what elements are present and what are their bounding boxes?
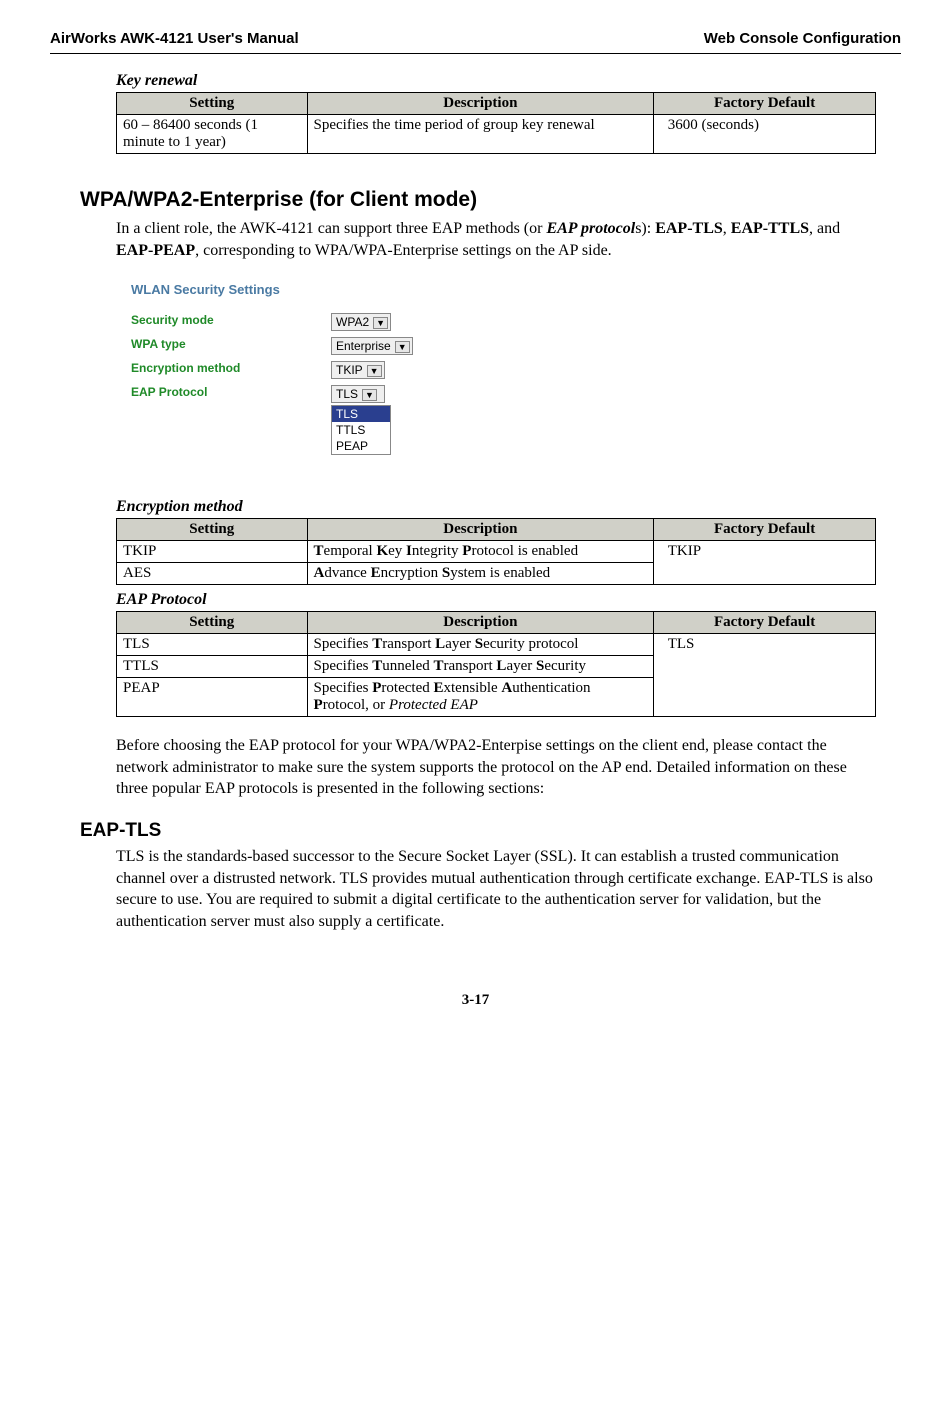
col-factory-default: Factory Default bbox=[654, 93, 876, 115]
eap-protocol-value: TLS bbox=[336, 387, 358, 401]
key-renewal-title: Key renewal bbox=[80, 72, 881, 90]
option-ttls[interactable]: TTLS bbox=[332, 422, 390, 438]
col-factory-default: Factory Default bbox=[654, 612, 876, 634]
eap-tls-heading: EAP-TLS bbox=[80, 820, 881, 842]
option-peap[interactable]: PEAP bbox=[332, 438, 390, 454]
security-mode-select[interactable]: WPA2 ▼ bbox=[331, 313, 391, 331]
cell-desc: Specifies Protected Extensible Authentic… bbox=[307, 678, 654, 717]
key-renewal-table: Setting Description Factory Default 60 –… bbox=[116, 92, 876, 154]
cell-desc: Temporal Key Integrity Protocol is enabl… bbox=[307, 541, 654, 563]
section-heading-wpa-enterprise: WPA/WPA2-Enterprise (for Client mode) bbox=[80, 188, 881, 212]
eap-tls-paragraph: TLS is the standards-based successor to … bbox=[80, 846, 881, 932]
intro-paragraph: In a client role, the AWK-4121 can suppo… bbox=[80, 218, 881, 261]
encryption-method-select[interactable]: TKIP ▼ bbox=[331, 361, 385, 379]
cell-setting: TLS bbox=[117, 634, 308, 656]
cell-desc: Specifies Tunneled Transport Layer Secur… bbox=[307, 656, 654, 678]
col-description: Description bbox=[307, 93, 654, 115]
middle-paragraph: Before choosing the EAP protocol for you… bbox=[80, 735, 881, 800]
chevron-down-icon: ▼ bbox=[373, 317, 388, 329]
cell-default: 3600 (seconds) bbox=[654, 115, 876, 154]
wpa-type-value: Enterprise bbox=[336, 339, 391, 353]
col-description: Description bbox=[307, 519, 654, 541]
cell-desc: Advance Encryption System is enabled bbox=[307, 563, 654, 585]
chevron-down-icon: ▼ bbox=[362, 389, 377, 401]
eap-protocol-select[interactable]: TLS ▼ bbox=[331, 385, 385, 403]
table-row: 60 – 86400 seconds (1 minute to 1 year) … bbox=[117, 115, 876, 154]
cell-setting: TKIP bbox=[117, 541, 308, 563]
label-security-mode: Security mode bbox=[131, 313, 331, 327]
header-divider bbox=[50, 53, 901, 54]
header-right: Web Console Configuration bbox=[704, 30, 901, 47]
cell-desc: Specifies the time period of group key r… bbox=[307, 115, 654, 154]
cell-setting: 60 – 86400 seconds (1 minute to 1 year) bbox=[117, 115, 308, 154]
page-header: AirWorks AWK-4121 User's Manual Web Cons… bbox=[50, 30, 901, 47]
cell-desc: Specifies Transport Layer Security proto… bbox=[307, 634, 654, 656]
option-tls[interactable]: TLS bbox=[332, 406, 390, 422]
encryption-method-table: Setting Description Factory Default TKIP… bbox=[116, 518, 876, 585]
panel-title: WLAN Security Settings bbox=[131, 282, 531, 297]
eap-protocol-listbox[interactable]: TLS TTLS PEAP bbox=[331, 405, 391, 455]
page-number: 3-17 bbox=[50, 992, 901, 1009]
col-factory-default: Factory Default bbox=[654, 519, 876, 541]
label-eap-protocol: EAP Protocol bbox=[131, 385, 331, 399]
col-setting: Setting bbox=[117, 93, 308, 115]
chevron-down-icon: ▼ bbox=[395, 341, 410, 353]
table-row: TLS Specifies Transport Layer Security p… bbox=[117, 634, 876, 656]
cell-setting: PEAP bbox=[117, 678, 308, 717]
header-left: AirWorks AWK-4121 User's Manual bbox=[50, 30, 299, 47]
cell-setting: AES bbox=[117, 563, 308, 585]
wlan-security-settings-panel: WLAN Security Settings Security mode WPA… bbox=[116, 271, 546, 474]
eap-protocol-table: Setting Description Factory Default TLS … bbox=[116, 611, 876, 717]
eap-protocol-title: EAP Protocol bbox=[80, 591, 881, 609]
col-description: Description bbox=[307, 612, 654, 634]
encryption-method-title: Encryption method bbox=[80, 498, 881, 516]
security-mode-value: WPA2 bbox=[336, 315, 369, 329]
cell-default: TLS bbox=[654, 634, 876, 717]
wpa-type-select[interactable]: Enterprise ▼ bbox=[331, 337, 413, 355]
label-wpa-type: WPA type bbox=[131, 337, 331, 351]
cell-setting: TTLS bbox=[117, 656, 308, 678]
col-setting: Setting bbox=[117, 519, 308, 541]
encryption-method-value: TKIP bbox=[336, 363, 363, 377]
table-row: TKIP Temporal Key Integrity Protocol is … bbox=[117, 541, 876, 563]
chevron-down-icon: ▼ bbox=[367, 365, 382, 377]
label-encryption-method: Encryption method bbox=[131, 361, 331, 375]
col-setting: Setting bbox=[117, 612, 308, 634]
cell-default: TKIP bbox=[654, 541, 876, 585]
